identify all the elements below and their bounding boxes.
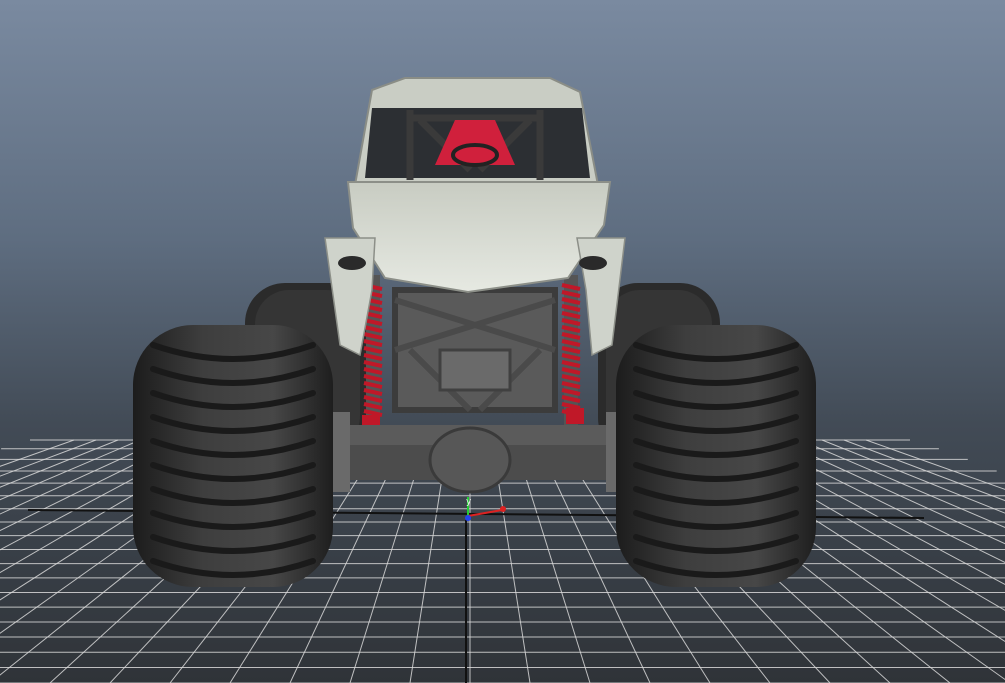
viewport-scene	[0, 77, 1005, 683]
gizmo-x-tip	[500, 506, 506, 512]
front-right-tire	[616, 325, 816, 587]
right-headlight	[579, 256, 607, 270]
gizmo-z-tip	[465, 515, 471, 521]
chassis-frame	[392, 287, 558, 413]
3d-viewport[interactable]: y	[0, 0, 1005, 683]
front-left-tire	[133, 325, 333, 587]
left-headlight	[338, 256, 366, 270]
gizmo-y-label: y	[466, 497, 472, 507]
right-shock-absorber	[561, 275, 584, 430]
